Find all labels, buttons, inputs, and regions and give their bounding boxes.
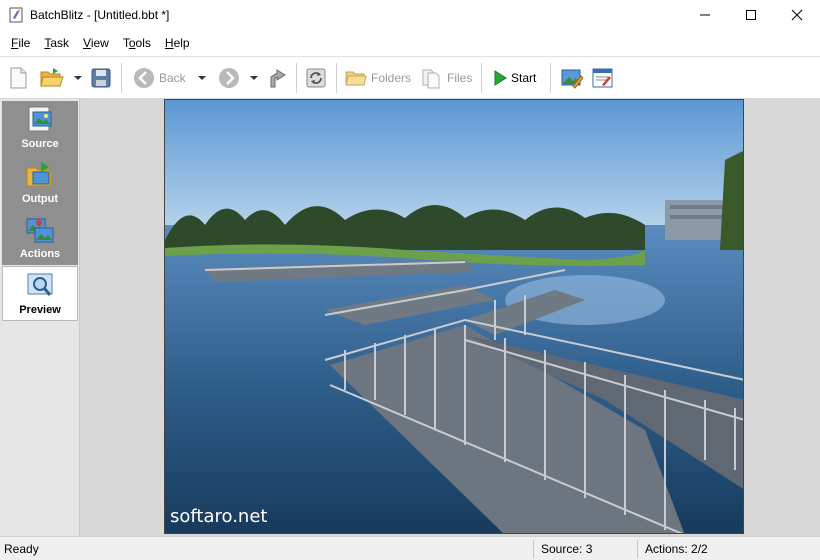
sidebar-item-actions[interactable]: Actions bbox=[2, 211, 78, 266]
start-button[interactable]: Start bbox=[493, 57, 536, 99]
back-label: Back bbox=[159, 71, 186, 85]
menu-tools-accel: o bbox=[128, 36, 136, 50]
edit-image-icon bbox=[561, 69, 583, 89]
toolbar-separator bbox=[481, 63, 482, 93]
chevron-down-icon bbox=[74, 76, 82, 80]
forward-dropdown[interactable] bbox=[250, 57, 258, 99]
new-file-icon bbox=[10, 67, 27, 89]
status-source-count: Source: 3 bbox=[541, 541, 593, 556]
back-icon bbox=[134, 68, 154, 88]
menu-view-accel: V bbox=[83, 36, 91, 50]
play-icon bbox=[494, 70, 507, 86]
open-dropdown[interactable] bbox=[74, 57, 82, 99]
menu-help[interactable]: Help bbox=[158, 36, 197, 50]
back-button[interactable]: Back bbox=[133, 57, 186, 99]
chevron-down-icon bbox=[250, 76, 258, 80]
status-ready: Ready bbox=[4, 541, 39, 556]
menu-tools[interactable]: Tools bbox=[116, 36, 158, 50]
preview-icon bbox=[27, 273, 53, 296]
open-folder-icon bbox=[40, 68, 64, 87]
export-button[interactable] bbox=[268, 57, 288, 99]
save-icon bbox=[91, 68, 111, 88]
watermark-text: softaro.net bbox=[170, 506, 268, 527]
status-actions-count: Actions: 2/2 bbox=[645, 541, 708, 556]
maximize-button[interactable] bbox=[728, 0, 774, 30]
back-dropdown[interactable] bbox=[198, 57, 206, 99]
minimize-button[interactable] bbox=[682, 0, 728, 30]
menu-task-post: ask bbox=[50, 36, 70, 50]
refresh-icon bbox=[306, 68, 326, 88]
toolbar-separator bbox=[296, 63, 297, 93]
refresh-button[interactable] bbox=[306, 57, 326, 99]
app-icon bbox=[9, 7, 23, 23]
files-button[interactable]: Files bbox=[421, 57, 472, 99]
export-icon bbox=[270, 69, 286, 88]
lake-boardwalk-photo bbox=[165, 100, 743, 533]
menu-bar: File Task View Tools Help bbox=[0, 31, 820, 55]
window-controls bbox=[682, 0, 820, 30]
folders-label: Folders bbox=[371, 71, 412, 85]
title-bar: BatchBlitz - [Untitled.bbt *] bbox=[0, 0, 820, 30]
status-divider bbox=[533, 540, 534, 558]
menu-help-post: elp bbox=[173, 36, 190, 50]
output-icon bbox=[26, 162, 52, 187]
preview-area: softaro.net bbox=[80, 99, 820, 536]
forward-icon bbox=[219, 68, 239, 88]
open-button[interactable] bbox=[40, 57, 64, 99]
menu-file[interactable]: File bbox=[4, 36, 37, 50]
toolbar-separator bbox=[550, 63, 551, 93]
sidebar-item-label: Preview bbox=[19, 304, 61, 316]
menu-file-post: ile bbox=[18, 36, 31, 50]
sidebar-item-source[interactable]: Source bbox=[2, 101, 78, 156]
sidebar-item-label: Actions bbox=[19, 248, 61, 260]
properties-button[interactable] bbox=[592, 57, 614, 99]
edit-image-button[interactable] bbox=[561, 57, 583, 99]
toolbar-separator bbox=[121, 63, 122, 93]
status-bar: Ready Source: 3 Actions: 2/2 bbox=[0, 536, 820, 560]
minimize-icon bbox=[700, 14, 710, 16]
sidebar-item-label: Source bbox=[21, 138, 59, 150]
files-label: Files bbox=[447, 71, 473, 85]
properties-icon bbox=[592, 68, 613, 88]
chevron-down-icon bbox=[198, 76, 206, 80]
folders-icon bbox=[345, 71, 367, 86]
menu-task[interactable]: Task bbox=[37, 36, 76, 50]
menu-help-accel: H bbox=[164, 36, 174, 50]
menu-view-post: iew bbox=[90, 36, 109, 50]
close-icon bbox=[791, 9, 803, 21]
new-button[interactable] bbox=[8, 57, 28, 99]
toolbar: Back Folders Files Start bbox=[0, 56, 820, 99]
actions-icon bbox=[26, 218, 54, 243]
sidebar-item-label: Output bbox=[21, 193, 59, 205]
toolbar-separator bbox=[336, 63, 337, 93]
menu-view[interactable]: View bbox=[76, 36, 116, 50]
close-button[interactable] bbox=[774, 0, 820, 30]
maximize-icon bbox=[746, 10, 756, 20]
save-button[interactable] bbox=[91, 57, 111, 99]
files-icon bbox=[422, 69, 440, 89]
start-label: Start bbox=[511, 71, 537, 85]
status-divider bbox=[637, 540, 638, 558]
forward-button[interactable] bbox=[218, 57, 240, 99]
sidebar-item-preview[interactable]: Preview bbox=[2, 266, 78, 321]
menu-tools-post: ols bbox=[135, 36, 151, 50]
window-title: BatchBlitz - [Untitled.bbt *] bbox=[30, 8, 170, 22]
sidebar: Source Output Actions Preview bbox=[0, 99, 80, 536]
sidebar-item-output[interactable]: Output bbox=[2, 156, 78, 211]
source-icon bbox=[28, 106, 52, 132]
preview-image: softaro.net bbox=[164, 99, 744, 534]
folders-button[interactable]: Folders bbox=[345, 57, 411, 99]
